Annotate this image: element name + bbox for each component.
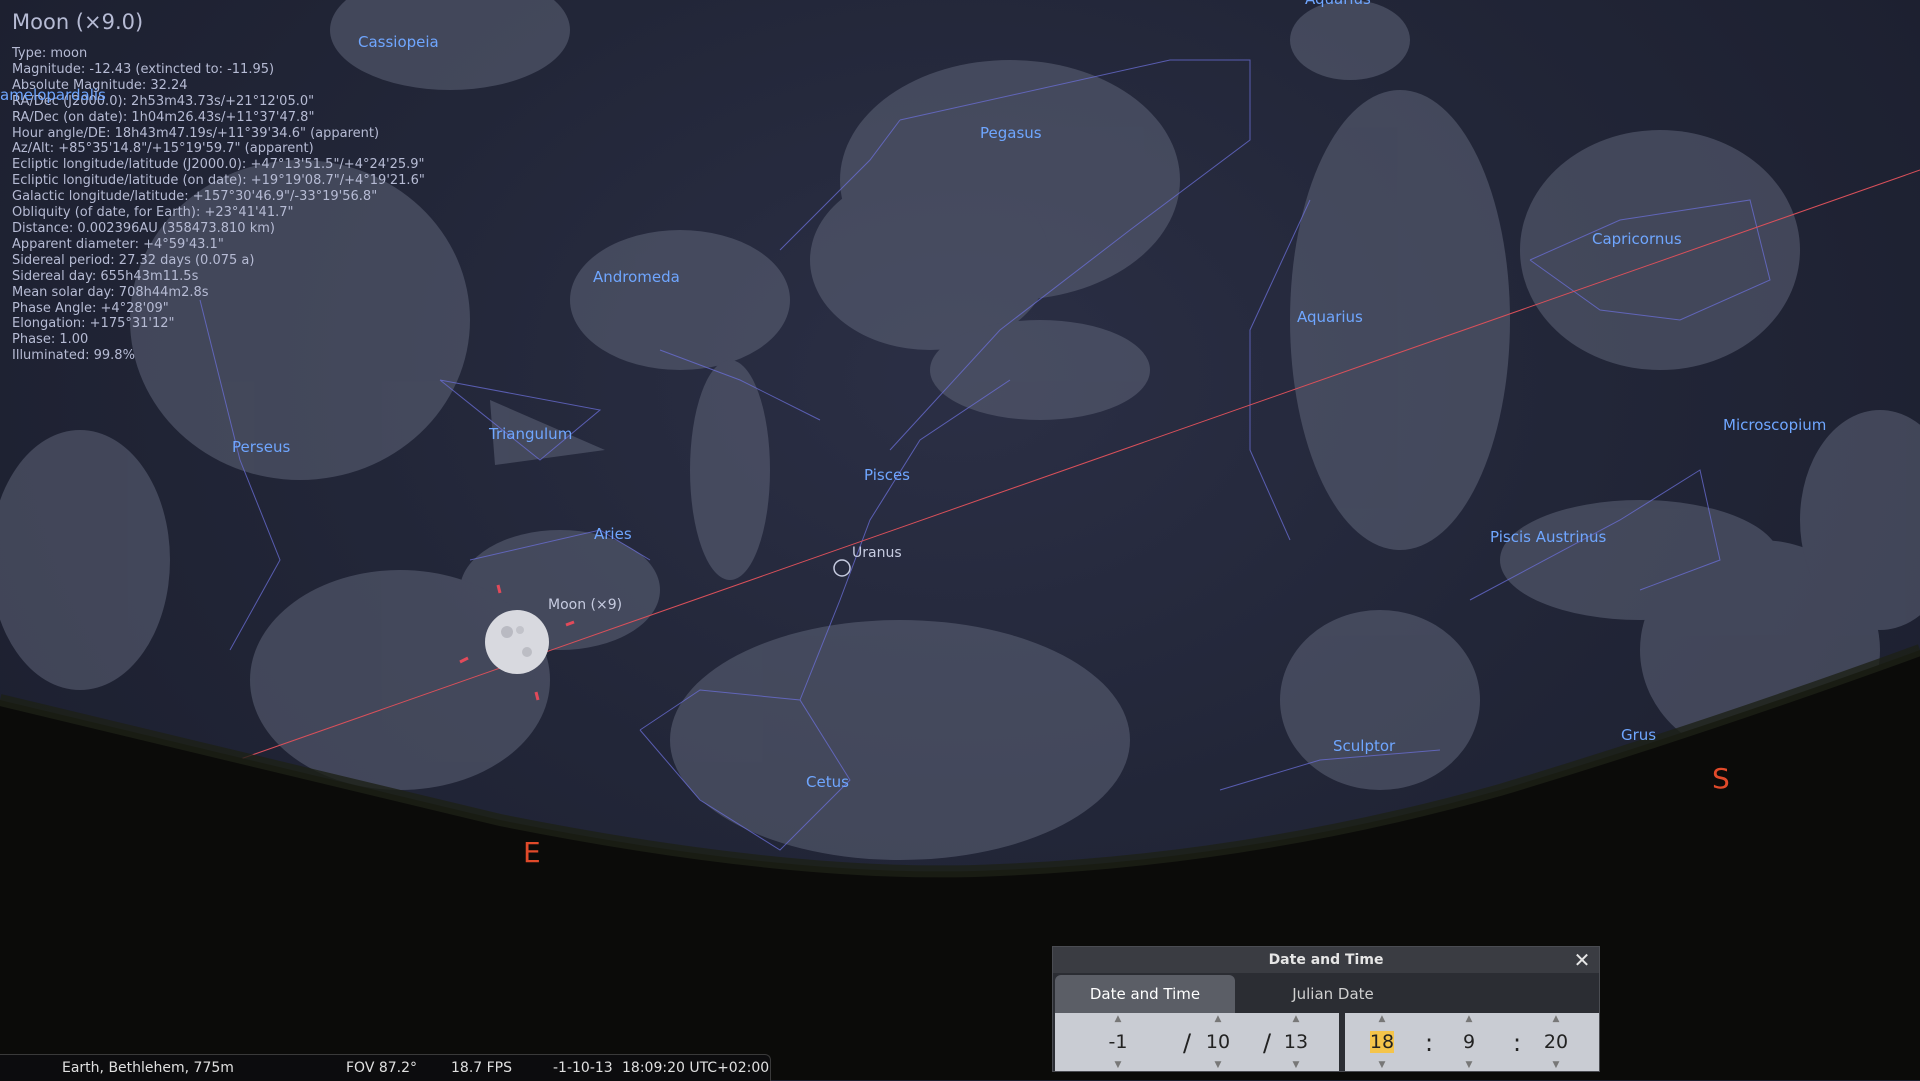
status-bar: Earth, Bethlehem, 775m FOV 87.2° 18.7 FP… <box>0 1054 771 1081</box>
label-cetus[interactable]: Cetus <box>806 773 849 791</box>
info-line: Obliquity (of date, for Earth): +23°41'4… <box>12 205 294 221</box>
tab-date-and-time[interactable]: Date and Time <box>1055 975 1235 1013</box>
status-location[interactable]: Earth, Bethlehem, 775m <box>62 1060 234 1076</box>
date-spinners: ▲ -1 ▼ / ▲ 10 ▼ / ▲ 13 ▼ <box>1055 1013 1339 1071</box>
dialog-title[interactable]: Date and Time <box>1053 947 1599 973</box>
info-line: Elongation: +175°31'12" <box>12 316 175 332</box>
increment-icon[interactable]: ▲ <box>1095 1014 1141 1024</box>
label-sculptor[interactable]: Sculptor <box>1333 737 1395 755</box>
label-uranus[interactable]: Uranus <box>852 545 902 561</box>
decrement-icon[interactable]: ▼ <box>1273 1060 1319 1070</box>
info-line: Distance: 0.002396AU (358473.810 km) <box>12 220 275 236</box>
time-separator: : <box>1425 1029 1434 1057</box>
decrement-icon[interactable]: ▼ <box>1095 1060 1141 1070</box>
info-line: Illuminated: 99.8% <box>12 348 135 364</box>
date-time-dialog: Date and Time ✕ Date and Time Julian Dat… <box>1052 946 1600 1072</box>
info-line: Galactic longitude/latitude: +157°30'46.… <box>12 189 378 205</box>
label-aquarius-top[interactable]: Aquarius <box>1305 0 1371 8</box>
increment-icon[interactable]: ▲ <box>1195 1014 1241 1024</box>
day-value[interactable]: 13 <box>1273 1031 1319 1053</box>
decrement-icon[interactable]: ▼ <box>1533 1060 1579 1070</box>
info-line: Phase Angle: +4°28'09" <box>12 300 169 316</box>
tab-julian-date[interactable]: Julian Date <box>1243 975 1423 1013</box>
label-andromeda[interactable]: Andromeda <box>593 268 680 286</box>
increment-icon[interactable]: ▲ <box>1359 1014 1405 1024</box>
hour-spinbox[interactable]: ▲ 18 ▼ <box>1359 1013 1405 1071</box>
second-value[interactable]: 20 <box>1533 1031 1579 1053</box>
decrement-icon[interactable]: ▼ <box>1446 1060 1492 1070</box>
decrement-icon[interactable]: ▼ <box>1359 1060 1405 1070</box>
month-spinbox[interactable]: ▲ 10 ▼ <box>1195 1013 1241 1071</box>
status-date[interactable]: -1-10-13 <box>553 1060 613 1076</box>
time-separator: : <box>1513 1029 1522 1057</box>
label-pisces[interactable]: Pisces <box>864 466 910 484</box>
label-pegasus[interactable]: Pegasus <box>980 124 1042 142</box>
increment-icon[interactable]: ▲ <box>1273 1014 1319 1024</box>
info-line: Ecliptic longitude/latitude (J2000.0): +… <box>12 157 425 173</box>
label-piscis-austrinus[interactable]: Piscis Austrinus <box>1490 528 1606 546</box>
info-line: Apparent diameter: +4°59'43.1" <box>12 236 224 252</box>
hour-value[interactable]: 18 <box>1369 1031 1395 1053</box>
info-line: Ecliptic longitude/latitude (on date): +… <box>12 173 425 189</box>
label-moon[interactable]: Moon (×9) <box>548 597 622 613</box>
second-spinbox[interactable]: ▲ 20 ▼ <box>1533 1013 1579 1071</box>
info-line: Az/Alt: +85°35'14.8"/+15°19'59.7" (appar… <box>12 141 314 157</box>
info-title: Moon (×9.0) <box>12 10 144 34</box>
label-grus[interactable]: Grus <box>1621 726 1656 744</box>
status-fps: 18.7 FPS <box>451 1060 513 1076</box>
label-aquarius[interactable]: Aquarius <box>1297 308 1363 326</box>
info-line: Sidereal period: 27.32 days (0.075 a) <box>12 252 255 268</box>
info-line: RA/Dec (on date): 1h04m26.43s/+11°37'47.… <box>12 109 315 125</box>
minute-value[interactable]: 9 <box>1446 1031 1492 1053</box>
cardinal-south: S <box>1712 762 1730 795</box>
cardinal-east: E <box>523 836 541 869</box>
uranus-marker <box>833 559 851 577</box>
increment-icon[interactable]: ▲ <box>1533 1014 1579 1024</box>
label-aries[interactable]: Aries <box>594 525 632 543</box>
minute-spinbox[interactable]: ▲ 9 ▼ <box>1446 1013 1492 1071</box>
label-camelopardalis[interactable]: amelopardalis <box>0 86 106 104</box>
info-line: Phase: 1.00 <box>12 332 89 348</box>
date-separator: / <box>1263 1029 1272 1057</box>
status-fov: FOV 87.2° <box>346 1060 418 1076</box>
month-value[interactable]: 10 <box>1195 1031 1241 1053</box>
year-value[interactable]: -1 <box>1095 1031 1141 1053</box>
date-separator: / <box>1183 1029 1192 1057</box>
label-triangulum[interactable]: Triangulum <box>489 425 572 443</box>
year-spinbox[interactable]: ▲ -1 ▼ <box>1095 1013 1141 1071</box>
info-line: Magnitude: -12.43 (extincted to: -11.95) <box>12 61 275 77</box>
hour-value-wrap[interactable]: 18 <box>1359 1031 1405 1053</box>
label-microscopium[interactable]: Microscopium <box>1723 416 1826 434</box>
increment-icon[interactable]: ▲ <box>1446 1014 1492 1024</box>
label-cassiopeia[interactable]: Cassiopeia <box>358 33 439 51</box>
label-capricornus[interactable]: Capricornus <box>1592 230 1682 248</box>
status-time[interactable]: 18:09:20 UTC+02:00 <box>622 1060 769 1076</box>
time-spinners: ▲ 18 ▼ : ▲ 9 ▼ : ▲ 20 ▼ <box>1345 1013 1599 1071</box>
info-line: Hour angle/DE: 18h43m47.19s/+11°39'34.6"… <box>12 125 380 141</box>
moon-disk <box>485 610 549 674</box>
label-perseus[interactable]: Perseus <box>232 438 290 456</box>
close-icon[interactable]: ✕ <box>1571 949 1593 971</box>
day-spinbox[interactable]: ▲ 13 ▼ <box>1273 1013 1319 1071</box>
info-line: Sidereal day: 655h43m11.5s <box>12 268 199 284</box>
sky-view[interactable]: Moon (×9.0) Type: moon Magnitude: -12.43… <box>0 0 1920 1080</box>
info-line: Mean solar day: 708h44m2.8s <box>12 284 209 300</box>
decrement-icon[interactable]: ▼ <box>1195 1060 1241 1070</box>
